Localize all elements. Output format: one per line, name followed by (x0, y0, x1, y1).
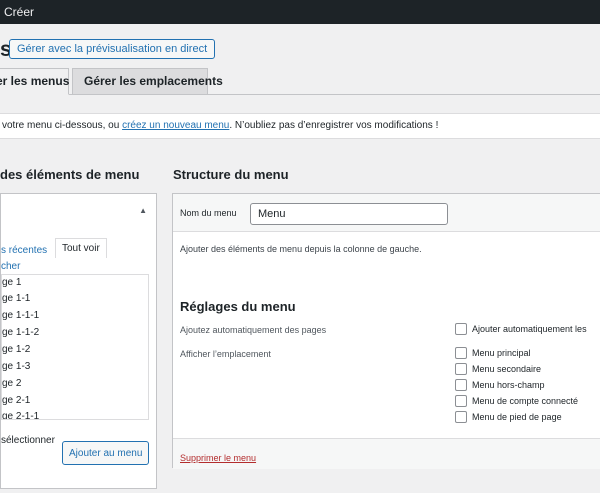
location-checkbox[interactable] (455, 347, 467, 359)
list-item[interactable]: ge 2-1-1 (2, 411, 39, 419)
tab-most-recent[interactable]: s récentes (1, 245, 47, 256)
menu-footer-bar: Supprimer le menu (173, 438, 600, 469)
auto-add-pages-label: Ajoutez automatiquement des pages (180, 325, 327, 335)
list-item[interactable]: ge 1 (2, 277, 21, 288)
collapse-arrow-icon[interactable]: ▲ (139, 206, 147, 215)
location-label[interactable]: Menu de pied de page (472, 412, 562, 422)
menu-name-input[interactable]: Menu (250, 203, 448, 225)
add-to-menu-button[interactable]: Ajouter au menu (62, 441, 149, 465)
menu-settings-heading: Réglages du menu (180, 299, 296, 314)
list-item[interactable]: ge 1-1 (2, 293, 30, 304)
location-label[interactable]: Menu secondaire (472, 364, 541, 374)
tab-edit-menus[interactable]: er les menus (0, 68, 69, 95)
location-label[interactable]: Menu hors-champ (472, 380, 545, 390)
notice-text-after: . N’oubliez pas d’enregistrer vos modifi… (229, 120, 439, 131)
menu-structure-heading: Structure du menu (173, 167, 289, 182)
menu-name-row: Nom du menu Menu (173, 194, 600, 232)
auto-add-pages-checkbox[interactable] (455, 323, 467, 335)
location-checkbox[interactable] (455, 411, 467, 423)
location-checkbox[interactable] (455, 395, 467, 407)
notice-text-before: votre menu ci-dessous, ou (2, 120, 123, 131)
menu-structure-help-text: Ajouter des éléments de menu depuis la c… (180, 244, 422, 254)
menu-structure-panel: Nom du menu Menu Ajouter des éléments de… (172, 193, 600, 469)
add-menu-items-panel: ▲ s récentes Tout voir cher ge 1 ge 1-1 … (0, 193, 157, 493)
display-location-label: Afficher l’emplacement (180, 349, 271, 359)
location-label[interactable]: Menu principal (472, 348, 531, 358)
pages-accordion-body: s récentes Tout voir cher ge 1 ge 1-1 ge… (0, 229, 157, 489)
add-menu-items-heading: des éléments de menu (0, 167, 140, 182)
admin-top-bar: Créer (0, 0, 600, 24)
pages-checklist[interactable]: ge 1 ge 1-1 ge 1-1-1 ge 1-1-2 ge 1-2 ge … (1, 274, 149, 420)
list-item[interactable]: ge 2 (2, 378, 21, 389)
menu-name-label: Nom du menu (180, 208, 237, 218)
tab-search[interactable]: cher (1, 261, 20, 272)
create-menu-link[interactable]: Créer (4, 5, 34, 19)
location-checkbox[interactable] (455, 379, 467, 391)
select-all-option[interactable]: sélectionner (1, 435, 55, 446)
tab-view-all[interactable]: Tout voir (55, 238, 107, 258)
list-item[interactable]: ge 1-3 (2, 361, 30, 372)
list-item[interactable]: ge 1-2 (2, 344, 30, 355)
list-item[interactable]: ge 1-1-1 (2, 310, 39, 321)
list-item[interactable]: ge 1-1-2 (2, 327, 39, 338)
auto-add-pages-option-label[interactable]: Ajouter automatiquement les (472, 324, 587, 334)
instructions-notice: votre menu ci-dessous, ou créez un nouve… (0, 113, 600, 139)
manage-live-preview-button[interactable]: Gérer avec la prévisualisation en direct (9, 39, 216, 59)
location-label[interactable]: Menu de compte connecté (472, 396, 578, 406)
location-checkbox[interactable] (455, 363, 467, 375)
delete-menu-link[interactable]: Supprimer le menu (180, 453, 256, 463)
pages-accordion-header[interactable]: ▲ (0, 193, 157, 230)
tab-manage-locations[interactable]: Gérer les emplacements (72, 68, 223, 95)
list-item[interactable]: ge 2-1 (2, 395, 30, 406)
create-new-menu-link[interactable]: créez un nouveau menu (122, 120, 229, 131)
